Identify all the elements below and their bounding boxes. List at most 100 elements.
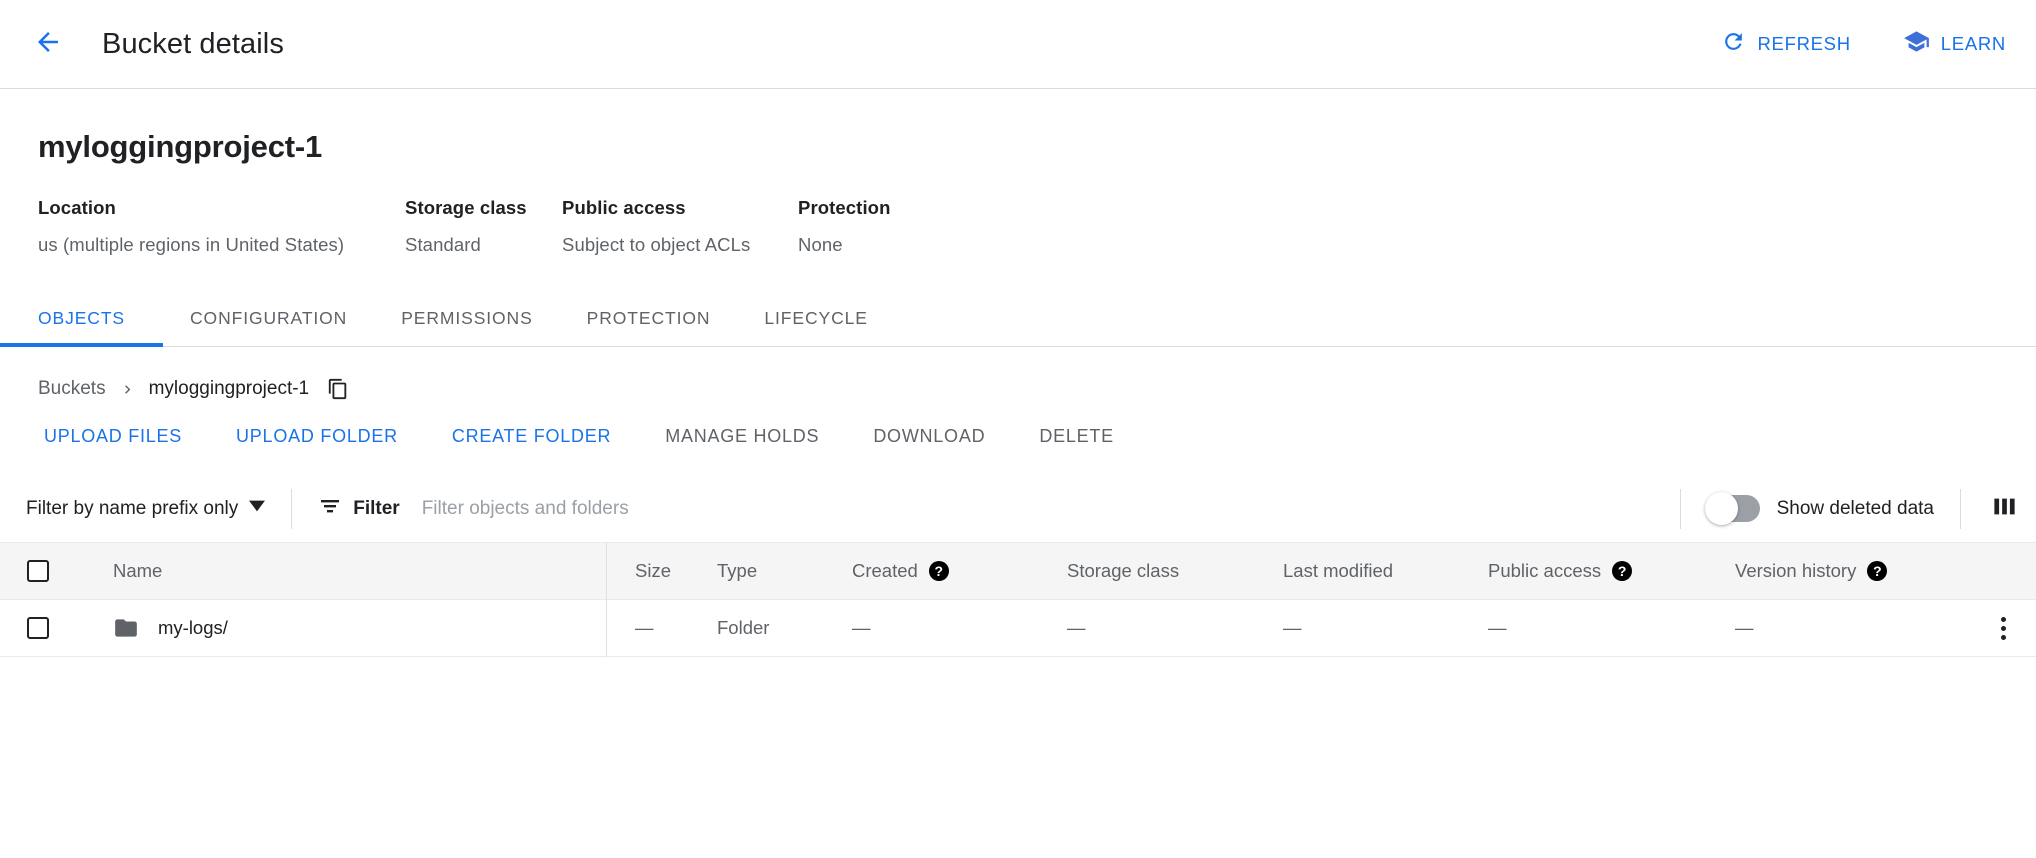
table-row[interactable]: my-logs/ — Folder — — — — —: [0, 600, 2036, 657]
toggle-knob: [1705, 492, 1738, 525]
tab-bar: OBJECTS CONFIGURATION PERMISSIONS PROTEC…: [0, 290, 2036, 347]
column-header-type-label: Type: [717, 560, 757, 582]
row-public-access-cell: —: [1488, 617, 1735, 639]
bucket-summary: myloggingproject-1 Location us (multiple…: [0, 89, 2036, 256]
row-version-history-value: —: [1735, 617, 1754, 639]
column-header-storage-class-label: Storage class: [1067, 560, 1179, 582]
upload-folder-button[interactable]: UPLOAD FOLDER: [209, 426, 425, 447]
column-header-created[interactable]: Created ?: [852, 560, 1067, 582]
meta-protection-label: Protection: [798, 197, 998, 219]
toggle-track[interactable]: [1707, 495, 1760, 522]
row-public-access-value: —: [1488, 617, 1507, 639]
meta-location-value: us (multiple regions in United States): [38, 234, 405, 256]
tab-objects[interactable]: OBJECTS: [0, 308, 163, 346]
chevron-down-icon: [249, 498, 265, 520]
refresh-icon: [1721, 29, 1746, 59]
chevron-right-icon: [119, 381, 136, 398]
upload-files-button[interactable]: UPLOAD FILES: [38, 426, 209, 447]
row-version-history-cell: —: [1735, 617, 1965, 639]
column-header-created-label: Created: [852, 560, 918, 582]
table-header-row: Name Size Type Created ? Storage class L…: [0, 543, 2036, 600]
meta-location-label: Location: [38, 197, 405, 219]
meta-storage-class-label: Storage class: [405, 197, 562, 219]
download-button: DOWNLOAD: [846, 426, 1012, 447]
meta-storage-class-value: Standard: [405, 234, 562, 256]
learn-label: LEARN: [1941, 33, 2006, 55]
row-size-cell: —: [607, 617, 717, 639]
row-created-cell: —: [852, 617, 1067, 639]
bucket-meta-row: Location us (multiple regions in United …: [38, 197, 2036, 256]
top-header-bar: Bucket details REFRESH LEARN: [0, 0, 2036, 89]
column-settings-icon: [1991, 493, 2018, 525]
column-settings-button[interactable]: [1987, 493, 2018, 525]
row-size-value: —: [635, 617, 654, 639]
column-header-version-history[interactable]: Version history ?: [1735, 560, 1965, 582]
page-title: Bucket details: [102, 28, 284, 61]
more-vert-icon[interactable]: [1995, 611, 2012, 646]
show-deleted-data-toggle[interactable]: Show deleted data: [1707, 495, 1934, 522]
filter-button-label: Filter: [353, 498, 399, 520]
row-checkbox[interactable]: [27, 617, 49, 639]
row-created-value: —: [852, 617, 871, 639]
column-header-name[interactable]: Name: [76, 543, 607, 600]
copy-icon[interactable]: [327, 378, 349, 400]
row-type-cell: Folder: [717, 617, 852, 639]
breadcrumb-current: myloggingproject-1: [149, 378, 310, 400]
show-deleted-data-label: Show deleted data: [1777, 498, 1934, 520]
row-type-value: Folder: [717, 617, 769, 639]
row-storage-class-value: —: [1067, 617, 1086, 639]
meta-public-access: Public access Subject to object ACLs: [562, 197, 798, 256]
filter-input[interactable]: [422, 498, 1654, 520]
row-menu-cell: [1965, 611, 2036, 646]
column-header-size[interactable]: Size: [607, 560, 717, 582]
tab-permissions[interactable]: PERMISSIONS: [374, 308, 559, 346]
object-action-bar: UPLOAD FILES UPLOAD FOLDER CREATE FOLDER…: [0, 400, 2036, 447]
select-all-checkbox[interactable]: [27, 560, 49, 582]
column-header-storage-class[interactable]: Storage class: [1067, 560, 1283, 582]
row-checkbox-cell: [0, 617, 76, 639]
column-settings-divider: [1960, 489, 1961, 529]
public-access-help-icon[interactable]: ?: [1612, 561, 1632, 581]
learn-button[interactable]: LEARN: [1903, 28, 2006, 60]
version-history-help-icon[interactable]: ?: [1867, 561, 1887, 581]
back-button[interactable]: [22, 18, 74, 70]
filter-button[interactable]: Filter: [318, 494, 399, 524]
column-header-type[interactable]: Type: [717, 560, 852, 582]
refresh-label: REFRESH: [1757, 33, 1850, 55]
tab-configuration[interactable]: CONFIGURATION: [163, 308, 374, 346]
meta-location: Location us (multiple regions in United …: [38, 197, 405, 256]
column-header-name-label: Name: [113, 560, 162, 582]
filter-divider-left: [291, 489, 292, 529]
meta-protection: Protection None: [798, 197, 998, 256]
objects-table: Name Size Type Created ? Storage class L…: [0, 543, 2036, 657]
filter-icon: [318, 494, 342, 524]
delete-button: DELETE: [1012, 426, 1141, 447]
row-name-link[interactable]: my-logs/: [158, 617, 228, 639]
filter-mode-dropdown[interactable]: Filter by name prefix only: [26, 498, 265, 520]
meta-storage-class: Storage class Standard: [405, 197, 562, 256]
column-header-last-modified-label: Last modified: [1283, 560, 1393, 582]
bucket-name: myloggingproject-1: [38, 129, 2036, 165]
meta-protection-value: None: [798, 234, 998, 256]
select-all-checkbox-cell: [0, 560, 76, 582]
create-folder-button[interactable]: CREATE FOLDER: [425, 426, 638, 447]
created-help-icon[interactable]: ?: [929, 561, 949, 581]
manage-holds-button: MANAGE HOLDS: [638, 426, 846, 447]
graduation-cap-icon: [1903, 28, 1930, 60]
filter-divider-right: [1680, 489, 1681, 529]
row-last-modified-cell: —: [1283, 617, 1488, 639]
filter-mode-label: Filter by name prefix only: [26, 498, 238, 520]
column-header-size-label: Size: [635, 560, 671, 582]
meta-public-access-value: Subject to object ACLs: [562, 234, 798, 256]
tab-lifecycle[interactable]: LIFECYCLE: [737, 308, 894, 346]
column-header-public-access-label: Public access: [1488, 560, 1601, 582]
filter-bar: Filter by name prefix only Filter Show d…: [0, 475, 2036, 543]
column-header-last-modified[interactable]: Last modified: [1283, 560, 1488, 582]
breadcrumb: Buckets myloggingproject-1: [0, 347, 2036, 400]
refresh-button[interactable]: REFRESH: [1721, 29, 1850, 59]
column-header-public-access[interactable]: Public access ?: [1488, 560, 1735, 582]
tab-protection[interactable]: PROTECTION: [560, 308, 738, 346]
row-last-modified-value: —: [1283, 617, 1302, 639]
column-header-version-history-label: Version history: [1735, 560, 1856, 582]
breadcrumb-buckets-link[interactable]: Buckets: [38, 378, 106, 400]
